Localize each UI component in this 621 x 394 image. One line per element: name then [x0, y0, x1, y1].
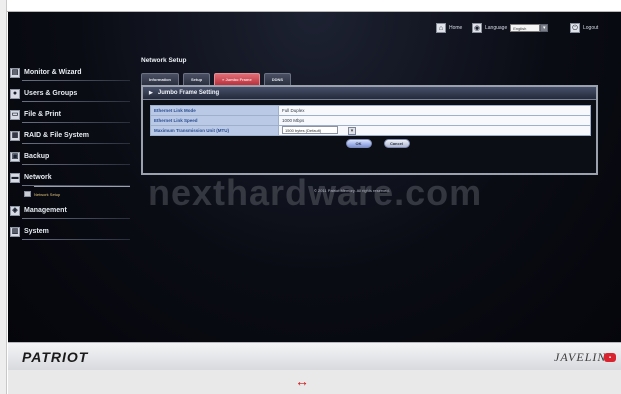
javelin-badge-icon: ▪ — [604, 353, 616, 362]
sidebar: ▤ Monitor & Wizard ● Users & Groups ▭ Fi… — [10, 62, 130, 242]
language-control: ◉ Language English ▾ — [472, 22, 549, 34]
panel-title: Jumbo Frame Setting — [157, 90, 220, 96]
link-speed-value: 1000 Mbps — [278, 115, 591, 126]
language-label: Language — [485, 25, 508, 31]
home-link[interactable]: ⌂ Home — [436, 22, 462, 34]
tab-information[interactable]: Information — [141, 73, 179, 85]
table-row: Ethernet Link Speed 1000 Mbps — [150, 115, 591, 126]
mtu-cell: 1500 bytes (Default) ▾ — [278, 125, 591, 136]
triangle-right-icon: ▶ — [149, 90, 153, 96]
footer: PATRIOT JAVELIN ▪ — [8, 342, 621, 370]
home-icon: ⌂ — [436, 23, 446, 33]
monitor-icon: ▤ — [10, 67, 20, 78]
network-setup-icon — [24, 191, 31, 197]
printer-icon: ▭ — [10, 109, 20, 120]
link-mode-value: Full Duplex — [278, 105, 591, 116]
system-icon: ▥ — [10, 226, 20, 237]
tab-ddns[interactable]: DDNS — [263, 73, 292, 85]
sidebar-item-backup[interactable]: ▣ Backup — [10, 146, 130, 167]
sidebar-item-label: Users & Groups — [24, 90, 78, 97]
jumbo-frame-panel: ▶ Jumbo Frame Setting Ethernet Link Mode… — [141, 85, 598, 175]
logout-label: Logout — [583, 25, 599, 31]
tab-setup[interactable]: Setup — [183, 73, 211, 85]
sidebar-item-users-groups[interactable]: ● Users & Groups — [10, 83, 130, 104]
bottom-area — [8, 370, 621, 394]
mtu-label: Maximum Transmission Unit (MTU) — [150, 125, 279, 136]
sidebar-subitem-network-setup[interactable]: Network Setup — [10, 188, 130, 200]
management-icon: ◈ — [10, 205, 20, 216]
tab-bar: Information Setup » Jumbo Frame DDNS — [141, 73, 292, 85]
copyright-text: © 2011 Patriot Memory. All rights reserv… — [314, 188, 390, 193]
window-top-edge — [0, 0, 621, 12]
panel-header: ▶ Jumbo Frame Setting — [143, 87, 596, 100]
window-left-edge — [0, 0, 7, 394]
sidebar-item-label: File & Print — [24, 111, 61, 118]
table-row: Ethernet Link Mode Full Duplex — [150, 105, 591, 116]
link-speed-label: Ethernet Link Speed — [150, 115, 279, 126]
language-select[interactable]: English — [510, 24, 541, 32]
users-icon: ● — [10, 88, 20, 99]
resize-arrow-icon[interactable]: ↔ — [295, 374, 309, 388]
sidebar-item-file-print[interactable]: ▭ File & Print — [10, 104, 130, 125]
top-bar: ⌂ Home ◉ Language English ▾ ⏻ Logout — [8, 12, 621, 42]
home-label: Home — [449, 25, 463, 31]
globe-icon: ◉ — [472, 23, 482, 33]
sidebar-item-monitor-wizard[interactable]: ▤ Monitor & Wizard — [10, 62, 130, 83]
patriot-logo: PATRIOT — [22, 349, 89, 365]
chevron-down-icon[interactable]: ▾ — [540, 24, 549, 32]
logout-link[interactable]: ⏻ Logout — [570, 22, 598, 34]
chevron-down-icon[interactable]: ▾ — [348, 126, 356, 135]
sidebar-item-label: Management — [24, 207, 67, 214]
mtu-select[interactable]: 1500 bytes (Default) — [282, 126, 338, 135]
watermark: nexthardware.com — [148, 172, 483, 213]
page-title: Network Setup — [141, 57, 187, 64]
sidebar-item-raid-file-system[interactable]: ▦ RAID & File System — [10, 125, 130, 146]
cancel-button[interactable]: Cancel — [383, 139, 410, 148]
backup-icon: ▣ — [10, 151, 20, 162]
disk-icon: ▦ — [10, 130, 20, 141]
sidebar-item-network[interactable]: ▬ Network — [10, 167, 130, 188]
network-icon: ▬ — [10, 172, 20, 183]
sidebar-item-label: RAID & File System — [24, 132, 89, 139]
sidebar-item-system[interactable]: ▥ System — [10, 221, 130, 242]
button-row: OK Cancel — [143, 139, 596, 148]
sidebar-item-management[interactable]: ◈ Management — [10, 200, 130, 221]
tab-jumbo-frame[interactable]: » Jumbo Frame — [214, 73, 260, 85]
sidebar-item-label: System — [24, 228, 49, 235]
settings-table: Ethernet Link Mode Full Duplex Ethernet … — [150, 105, 591, 136]
sidebar-subitem-label: Network Setup — [34, 191, 61, 197]
logout-icon: ⏻ — [570, 23, 580, 33]
sidebar-item-label: Monitor & Wizard — [24, 69, 82, 76]
link-mode-label: Ethernet Link Mode — [150, 105, 279, 116]
sidebar-item-label: Network — [24, 174, 52, 181]
javelin-logo: JAVELIN — [554, 350, 607, 364]
table-row: Maximum Transmission Unit (MTU) 1500 byt… — [150, 125, 591, 136]
ok-button[interactable]: OK — [345, 139, 372, 148]
network-section-bar — [34, 185, 130, 187]
sidebar-item-label: Backup — [24, 153, 50, 160]
